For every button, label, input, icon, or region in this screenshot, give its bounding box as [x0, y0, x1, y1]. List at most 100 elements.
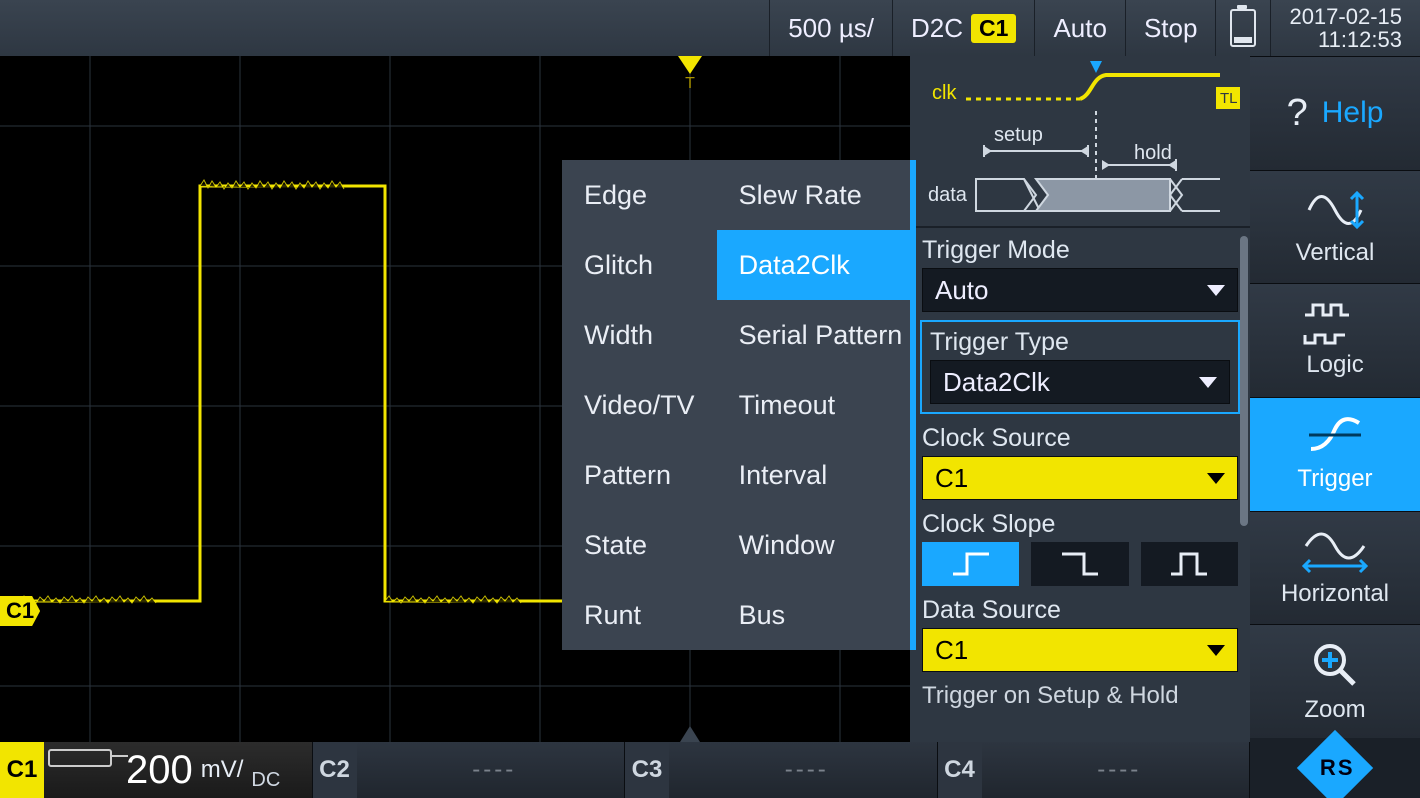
panel-scrollbar[interactable] [1240, 236, 1248, 526]
softkey-logic-label: Logic [1306, 351, 1363, 379]
chevron-down-icon [1207, 645, 1225, 656]
channel-coupling: DC [251, 769, 280, 798]
softkey-column: ? Help Vertical Logic Trigger [1250, 56, 1420, 798]
trig-type-bus[interactable]: Bus [717, 580, 910, 650]
clock-source-label: Clock Source [922, 424, 1238, 453]
help-icon: ? [1287, 92, 1308, 135]
trig-type-window[interactable]: Window [717, 510, 910, 580]
channel-button-c2[interactable]: C2 ---- [313, 742, 626, 798]
clock-slope-rising[interactable] [922, 542, 1019, 586]
channel-inactive-indicator: ---- [990, 756, 1250, 784]
softkey-trigger-label: Trigger [1297, 465, 1372, 493]
trig-type-serial-pattern[interactable]: Serial Pattern [717, 300, 910, 370]
trigger-timing-diagram: clk TL setup hold data [910, 56, 1250, 228]
channel-tag-c3: C3 [625, 742, 669, 798]
rising-edge-icon [949, 550, 993, 578]
trigger-type-label: Trigger Type [930, 328, 1230, 357]
trigger-type-value: Data2Clk [943, 367, 1050, 398]
trig-type-timeout[interactable]: Timeout [717, 370, 910, 440]
trig-type-state[interactable]: State [562, 510, 717, 580]
trig-type-interval[interactable]: Interval [717, 440, 910, 510]
softkey-zoom-label: Zoom [1304, 696, 1365, 724]
trigger-type-menu: Edge Slew Rate Glitch Data2Clk Width Ser… [562, 160, 916, 650]
channel-tag-c4: C4 [938, 742, 982, 798]
falling-edge-icon [1058, 550, 1102, 578]
clock-slope-label: Clock Slope [922, 510, 1238, 539]
channel-inactive-indicator: ---- [677, 756, 937, 784]
channel-scale-unit: mV/ [201, 758, 244, 782]
trig-type-pattern[interactable]: Pattern [562, 440, 717, 510]
brand-logo: R S [1250, 738, 1420, 798]
run-state-readout[interactable]: Stop [1125, 0, 1216, 56]
chevron-down-icon [1207, 473, 1225, 484]
diagram-data-label: data [928, 184, 968, 206]
data-source-dropdown[interactable]: C1 [922, 628, 1238, 672]
channel-ground-marker-c1[interactable]: C1 [0, 596, 40, 626]
channel-tag-c1: C1 [0, 742, 44, 798]
softkey-vertical[interactable]: Vertical [1250, 170, 1420, 284]
trig-type-slew-rate[interactable]: Slew Rate [717, 160, 910, 230]
battery-indicator [1215, 0, 1270, 56]
trigger-src-label: D2C [911, 13, 963, 44]
trigger-mode-value: Auto [935, 275, 989, 306]
channel-inactive-indicator: ---- [365, 756, 625, 784]
softkey-logic[interactable]: Logic [1250, 283, 1420, 397]
trig-type-video[interactable]: Video/TV [562, 370, 717, 440]
softkey-help-label: Help [1322, 96, 1384, 130]
both-edge-icon [1167, 550, 1211, 578]
chevron-down-icon [1199, 377, 1217, 388]
softkey-help[interactable]: ? Help [1250, 56, 1420, 170]
channel-tag-c2: C2 [313, 742, 357, 798]
setup-hold-section-title: Trigger on Setup & Hold [922, 682, 1238, 710]
diagram-setup-label: setup [994, 124, 1043, 146]
probe-icon [48, 749, 112, 767]
softkey-horizontal[interactable]: Horizontal [1250, 511, 1420, 625]
trig-type-data2clk[interactable]: Data2Clk [717, 230, 910, 300]
trigger-mode-readout[interactable]: Auto [1034, 0, 1125, 56]
clock-source-dropdown[interactable]: C1 [922, 456, 1238, 500]
time-readout: 11:12:53 [1289, 28, 1402, 51]
field-data-source: Data Source C1 [922, 596, 1238, 672]
zoom-icon [1310, 640, 1360, 690]
trig-type-edge[interactable]: Edge [562, 160, 717, 230]
trig-type-runt[interactable]: Runt [562, 580, 717, 650]
trigger-icon [1305, 415, 1365, 459]
trig-type-glitch[interactable]: Glitch [562, 230, 717, 300]
softkey-vertical-label: Vertical [1296, 239, 1375, 267]
trigger-src-channel-badge: C1 [971, 14, 1016, 43]
battery-icon [1230, 9, 1256, 47]
softkey-trigger[interactable]: Trigger [1250, 397, 1420, 511]
timebase-readout[interactable]: 500 µs/ [769, 0, 892, 56]
data-source-label: Data Source [922, 596, 1238, 625]
softkey-horizontal-label: Horizontal [1281, 580, 1389, 608]
horizontal-icon [1300, 528, 1370, 574]
vertical-icon [1305, 187, 1365, 233]
clock-slope-falling[interactable] [1031, 542, 1128, 586]
trigger-settings-panel: clk TL setup hold data [910, 56, 1250, 742]
svg-text:T: T [685, 75, 695, 92]
channel-button-c3[interactable]: C3 ---- [625, 742, 938, 798]
status-bar: 500 µs/ D2C C1 Auto Stop 2017-02-15 11:1… [0, 0, 1420, 56]
channel-scale-value: 200 [120, 748, 193, 793]
data-source-value: C1 [935, 635, 968, 666]
field-clock-source: Clock Source C1 [922, 424, 1238, 500]
chevron-down-icon [1207, 285, 1225, 296]
trigger-type-dropdown[interactable]: Data2Clk [930, 360, 1230, 404]
trig-type-width[interactable]: Width [562, 300, 717, 370]
field-trigger-type: Trigger Type Data2Clk [920, 320, 1240, 414]
trigger-source-readout[interactable]: D2C C1 [892, 0, 1034, 56]
channel-bar: C1 200 mV/ DC C2 ---- C3 ---- C4 ---- [0, 742, 1250, 798]
field-trigger-mode: Trigger Mode Auto [922, 236, 1238, 312]
diagram-tl-label: TL [1220, 90, 1238, 107]
date-readout: 2017-02-15 [1289, 5, 1402, 28]
trigger-mode-dropdown[interactable]: Auto [922, 268, 1238, 312]
diagram-hold-label: hold [1134, 142, 1172, 164]
diagram-clk-label: clk [932, 82, 957, 104]
logic-icon [1303, 303, 1367, 345]
clock-source-value: C1 [935, 463, 968, 494]
softkey-zoom[interactable]: Zoom [1250, 624, 1420, 738]
channel-button-c4[interactable]: C4 ---- [938, 742, 1251, 798]
channel-button-c1[interactable]: C1 200 mV/ DC [0, 742, 313, 798]
field-clock-slope: Clock Slope [922, 510, 1238, 586]
clock-slope-either[interactable] [1141, 542, 1238, 586]
